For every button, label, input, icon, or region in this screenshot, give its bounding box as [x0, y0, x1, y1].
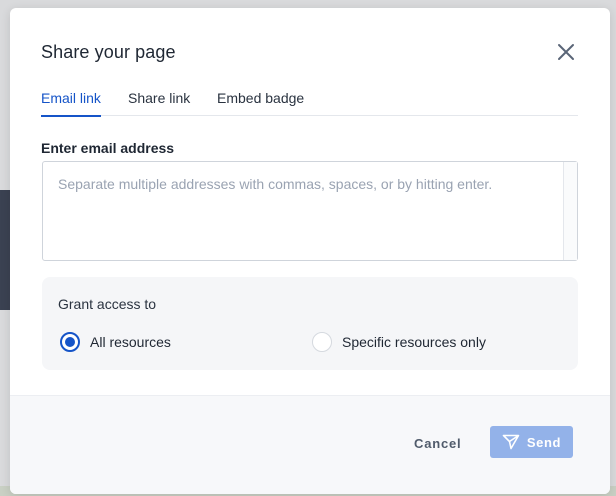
cancel-button[interactable]: Cancel	[414, 433, 461, 455]
dialog-title: Share your page	[41, 42, 176, 62]
close-button[interactable]	[557, 43, 575, 61]
email-field-label: Enter email address	[41, 140, 175, 156]
tab-embed-badge[interactable]: Embed badge	[217, 90, 304, 116]
tab-share-link[interactable]: Share link	[128, 90, 190, 116]
radio-all-resources[interactable]: All resources	[60, 332, 171, 352]
send-icon	[502, 434, 520, 450]
share-tabs: Email link Share link Embed badge	[41, 90, 578, 117]
email-field[interactable]	[43, 162, 563, 260]
radio-checked-icon[interactable]	[60, 332, 80, 352]
radio-specific-resources[interactable]: Specific resources only	[312, 332, 486, 352]
backdrop-sidebar	[0, 190, 10, 310]
share-dialog: Share your page Email link Share link Em…	[10, 8, 610, 494]
email-field-container	[42, 161, 578, 261]
send-button[interactable]: Send	[490, 426, 573, 458]
email-field-scrollbar[interactable]	[563, 162, 577, 260]
radio-unchecked-icon[interactable]	[312, 332, 332, 352]
dialog-footer: Cancel Send	[10, 395, 610, 494]
radio-label-specific-resources: Specific resources only	[342, 334, 486, 350]
grant-access-panel: Grant access to All resources Specific r…	[42, 277, 578, 370]
radio-label-all-resources: All resources	[90, 334, 171, 350]
send-button-label: Send	[526, 434, 562, 450]
grant-access-title: Grant access to	[58, 296, 157, 312]
close-icon	[558, 44, 574, 60]
tab-email-link[interactable]: Email link	[41, 90, 101, 117]
